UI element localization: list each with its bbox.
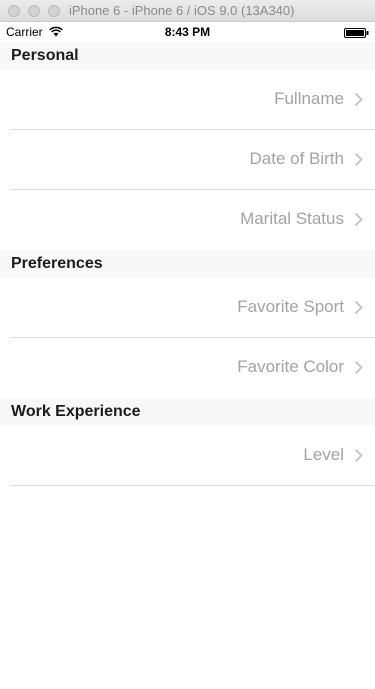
chevron-right-icon [354, 448, 363, 463]
row-label: Fullname [274, 89, 344, 108]
minimize-window-button[interactable] [28, 5, 40, 17]
row-label: Favorite Sport [237, 297, 344, 316]
section-header-work-experience: Work Experience [0, 398, 375, 426]
row-marital-status[interactable]: Marital Status [0, 190, 375, 250]
battery-icon [344, 28, 369, 38]
simulator-titlebar: iPhone 6 - iPhone 6 / iOS 9.0 (13A340) [0, 0, 375, 22]
section-header-personal: Personal [0, 42, 375, 70]
row-date-of-birth[interactable]: Date of Birth [0, 130, 375, 190]
zoom-window-button[interactable] [48, 5, 60, 17]
chevron-right-icon [354, 92, 363, 107]
row-favorite-color[interactable]: Favorite Color [0, 338, 375, 398]
close-window-button[interactable] [8, 5, 20, 17]
row-level[interactable]: Level [0, 426, 375, 486]
chevron-right-icon [354, 300, 363, 315]
section-header-preferences: Preferences [0, 250, 375, 278]
simulator-title: iPhone 6 - iPhone 6 / iOS 9.0 (13A340) [69, 3, 295, 18]
chevron-right-icon [354, 212, 363, 227]
status-bar: Carrier 8:43 PM [0, 22, 375, 42]
row-label: Favorite Color [237, 357, 344, 376]
row-label: Date of Birth [249, 149, 345, 168]
chevron-right-icon [354, 152, 363, 167]
row-label: Marital Status [240, 209, 344, 228]
row-label: Level [303, 445, 344, 464]
row-separator [10, 485, 375, 486]
section-title: Preferences [11, 255, 103, 272]
section-title: Work Experience [11, 403, 141, 420]
chevron-right-icon [354, 360, 363, 375]
row-favorite-sport[interactable]: Favorite Sport [0, 278, 375, 338]
status-time: 8:43 PM [164, 25, 211, 39]
section-title: Personal [11, 47, 79, 64]
row-fullname[interactable]: Fullname [0, 70, 375, 130]
